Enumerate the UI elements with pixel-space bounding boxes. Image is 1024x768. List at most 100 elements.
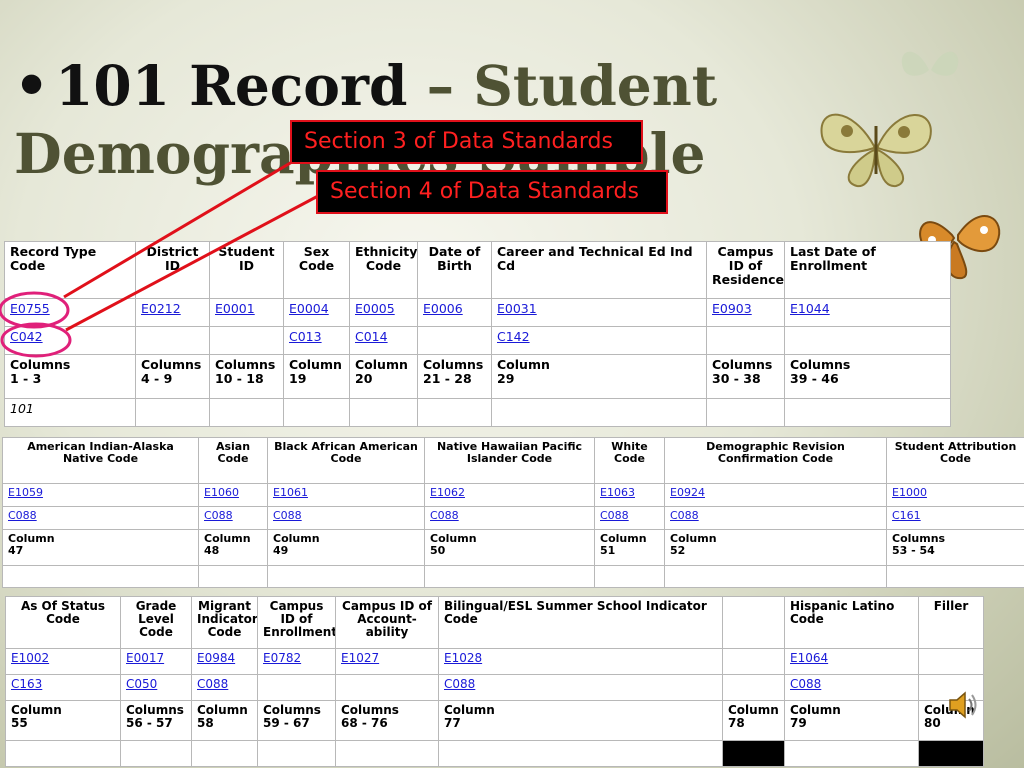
header-cell: Campus ID of Account-ability — [335, 596, 439, 649]
columns-cell: Columns 68 - 76 — [335, 700, 439, 741]
element-link[interactable]: E0001 — [215, 301, 255, 316]
code-link[interactable]: C088 — [197, 677, 228, 691]
header-cell: Native Hawaiian Pacific Islander Code — [424, 437, 595, 484]
header-cell: Sex Code — [283, 241, 350, 299]
record-table-1: Record Type Code District ID Student ID … — [4, 241, 951, 427]
columns-cell: Column 77 — [438, 700, 723, 741]
element-row: E0755 E0212 E0001 E0004 E0005 E0006 E003… — [4, 298, 951, 327]
element-link[interactable]: E1044 — [790, 301, 830, 316]
speaker-icon[interactable] — [946, 688, 980, 722]
element-link[interactable]: E1027 — [341, 651, 379, 665]
columns-row: Column 47 Column 48 Column 49 Column 50 Colu… — [2, 529, 1024, 566]
element-link[interactable]: E0004 — [289, 301, 329, 316]
columns-row: Columns 1 - 3 Columns 4 - 9 Columns 10 - 18… — [4, 354, 951, 399]
element-link[interactable]: E0031 — [497, 301, 537, 316]
columns-cell: Column 78 — [722, 700, 785, 741]
header-cell: American Indian-Alaska Native Code — [2, 437, 199, 484]
table-header-row: Record Type Code District ID Student ID … — [4, 241, 951, 299]
columns-cell: Columns 59 - 67 — [257, 700, 336, 741]
element-link[interactable]: E1062 — [430, 486, 465, 499]
sample-row: 101 — [4, 398, 951, 427]
element-link[interactable]: E1060 — [204, 486, 239, 499]
header-cell: Student ID — [209, 241, 284, 299]
columns-cell: Column 55 — [5, 700, 121, 741]
columns-cell: Columns 4 - 9 — [135, 354, 210, 399]
header-cell: Hispanic Latino Code — [784, 596, 919, 649]
header-cell: Career and Technical Ed Ind Cd — [491, 241, 707, 299]
code-link[interactable]: C088 — [204, 509, 233, 522]
columns-cell: Columns 39 - 46 — [784, 354, 951, 399]
columns-cell: Columns 21 - 28 — [417, 354, 492, 399]
element-link[interactable]: E1059 — [8, 486, 43, 499]
header-cell: As Of Status Code — [5, 596, 121, 649]
code-link[interactable]: C088 — [430, 509, 459, 522]
header-cell: Asian Code — [198, 437, 268, 484]
columns-row: Column 55 Columns 56 - 57 Column 58 Columns… — [5, 700, 984, 741]
columns-cell: Columns 30 - 38 — [706, 354, 785, 399]
header-cell: Record Type Code — [4, 241, 136, 299]
header-cell: Campus ID of Residence — [706, 241, 785, 299]
header-cell: Migrant Indicator Code — [191, 596, 258, 649]
element-link[interactable]: E0924 — [670, 486, 705, 499]
columns-cell: Column 49 — [267, 529, 425, 566]
element-link[interactable]: E1000 — [892, 486, 927, 499]
columns-cell: Column 51 — [594, 529, 665, 566]
element-link[interactable]: E0755 — [10, 301, 50, 316]
element-link[interactable]: E1002 — [11, 651, 49, 665]
code-link[interactable]: C050 — [126, 677, 157, 691]
callout-section-4: Section 4 of Data Standards — [316, 170, 668, 214]
code-link[interactable]: C163 — [11, 677, 42, 691]
header-cell: Bilingual/ESL Summer School Indicator Co… — [438, 596, 723, 649]
element-row: E1059 E1060 E1061 E1062 E1063 E0924 E100… — [2, 483, 1024, 507]
code-link[interactable]: C013 — [289, 329, 322, 344]
element-link[interactable]: E0017 — [126, 651, 164, 665]
record-table-3: As Of Status Code Grade Level Code Migra… — [5, 596, 984, 767]
header-cell: White Code — [594, 437, 665, 484]
header-cell: Demographic Revision Confirmation Code — [664, 437, 887, 484]
code-link[interactable]: C142 — [497, 329, 530, 344]
header-cell: Filler — [918, 596, 984, 649]
columns-cell: Columns 10 - 18 — [209, 354, 284, 399]
element-link[interactable]: E0903 — [712, 301, 752, 316]
columns-cell: Columns 56 - 57 — [120, 700, 192, 741]
element-link[interactable]: E1061 — [273, 486, 308, 499]
columns-cell: Column 48 — [198, 529, 268, 566]
filler-block — [722, 740, 785, 767]
element-link[interactable]: E1063 — [600, 486, 635, 499]
element-link[interactable]: E0212 — [141, 301, 181, 316]
element-link[interactable]: E1064 — [790, 651, 828, 665]
header-cell — [722, 596, 785, 649]
table-header-row: As Of Status Code Grade Level Code Migra… — [5, 596, 984, 649]
code-row: C163 C050 C088 C088 C088 — [5, 674, 984, 701]
columns-cell: Column 20 — [349, 354, 418, 399]
element-link[interactable]: E0984 — [197, 651, 235, 665]
columns-cell: Column 19 — [283, 354, 350, 399]
columns-cell: Column 47 — [2, 529, 199, 566]
header-cell: Ethnicity Code — [349, 241, 418, 299]
table-header-row: American Indian-Alaska Native Code Asian… — [2, 437, 1024, 484]
sample-row — [5, 740, 984, 767]
filler-block — [918, 740, 984, 767]
code-link[interactable]: C088 — [273, 509, 302, 522]
element-link[interactable]: E0005 — [355, 301, 395, 316]
element-link[interactable]: E0782 — [263, 651, 301, 665]
columns-cell: Columns 1 - 3 — [4, 354, 136, 399]
header-cell: Student Attribution Code — [886, 437, 1024, 484]
code-link[interactable]: C088 — [600, 509, 629, 522]
columns-cell: Column 29 — [491, 354, 707, 399]
columns-cell: Column 79 — [784, 700, 919, 741]
code-link[interactable]: C088 — [790, 677, 821, 691]
header-cell: Grade Level Code — [120, 596, 192, 649]
code-link[interactable]: C088 — [670, 509, 699, 522]
code-link[interactable]: C088 — [8, 509, 37, 522]
title-bullet: • — [14, 53, 50, 118]
header-cell: Date of Birth — [417, 241, 492, 299]
code-link[interactable]: C161 — [892, 509, 921, 522]
sample-value: 101 — [4, 398, 136, 427]
columns-cell: Column 50 — [424, 529, 595, 566]
element-link[interactable]: E0006 — [423, 301, 463, 316]
code-link[interactable]: C014 — [355, 329, 388, 344]
element-link[interactable]: E1028 — [444, 651, 482, 665]
code-link[interactable]: C042 — [10, 329, 43, 344]
code-link[interactable]: C088 — [444, 677, 475, 691]
